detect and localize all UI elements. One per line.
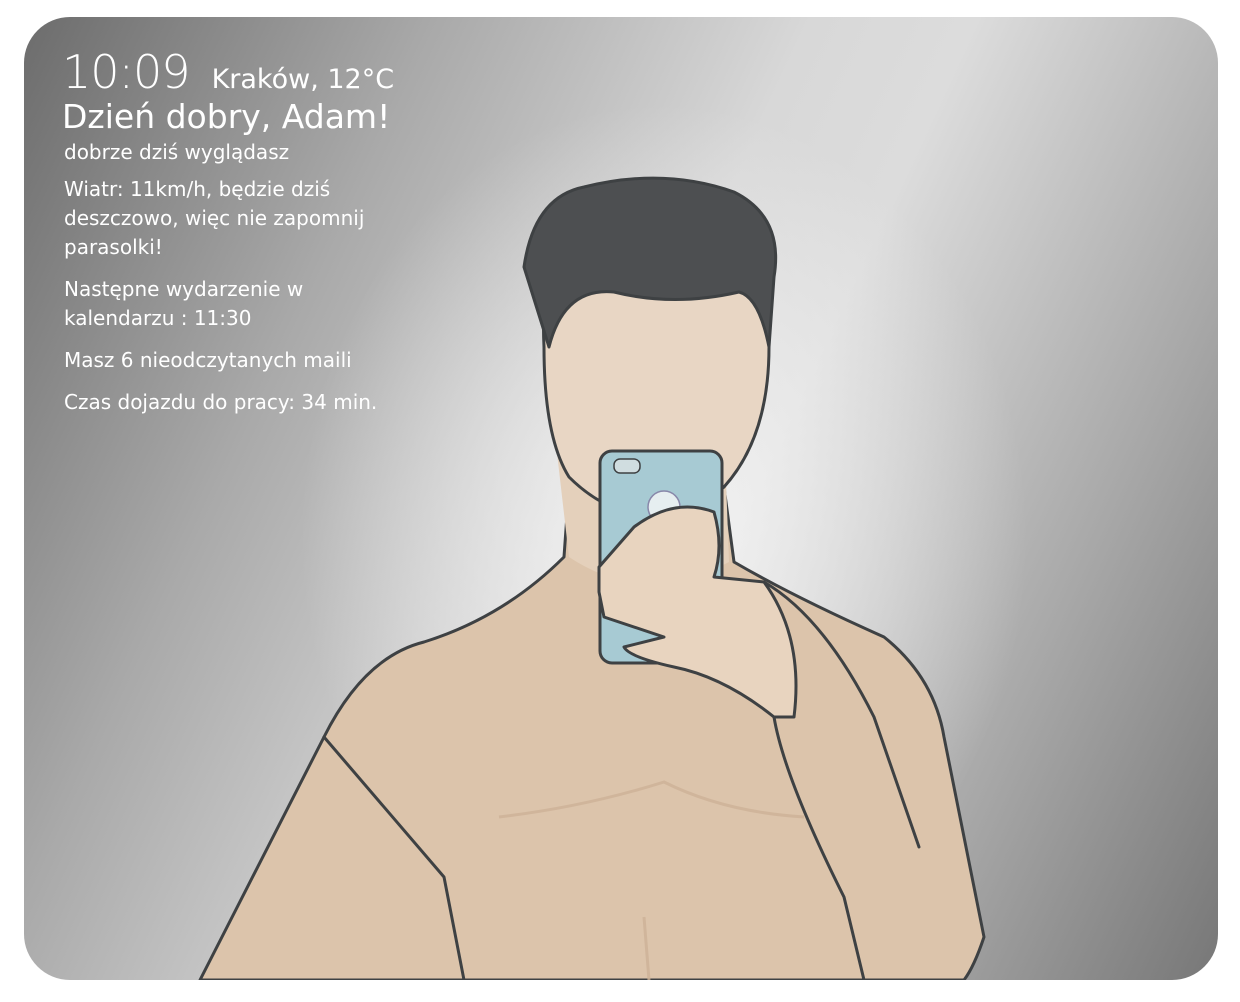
- mirror-info-overlay: 10:09 Kraków, 12°C Dzień dobry, Adam! do…: [62, 45, 399, 430]
- commute-message: Czas dojazdu do pracy: 34 min.: [64, 390, 378, 414]
- calendar-message: Następne wydarzenie w kalendarzu : 11:30: [64, 277, 304, 330]
- weather-message: Wiatr: 11km/h, będzie dziś deszczowo, wi…: [64, 177, 365, 259]
- clock: 10:09: [62, 45, 191, 99]
- smart-mirror: 10:09 Kraków, 12°C Dzień dobry, Adam! do…: [24, 17, 1218, 980]
- email-message: Masz 6 nieodczytanych maili: [64, 348, 352, 372]
- compliment-message: dobrze dziś wyglądasz: [64, 140, 290, 164]
- info-list: dobrze dziś wyglądasz Wiatr: 11km/h, będ…: [64, 138, 399, 417]
- location-weather: Kraków, 12°C: [211, 64, 395, 95]
- greeting: Dzień dobry, Adam!: [62, 97, 391, 136]
